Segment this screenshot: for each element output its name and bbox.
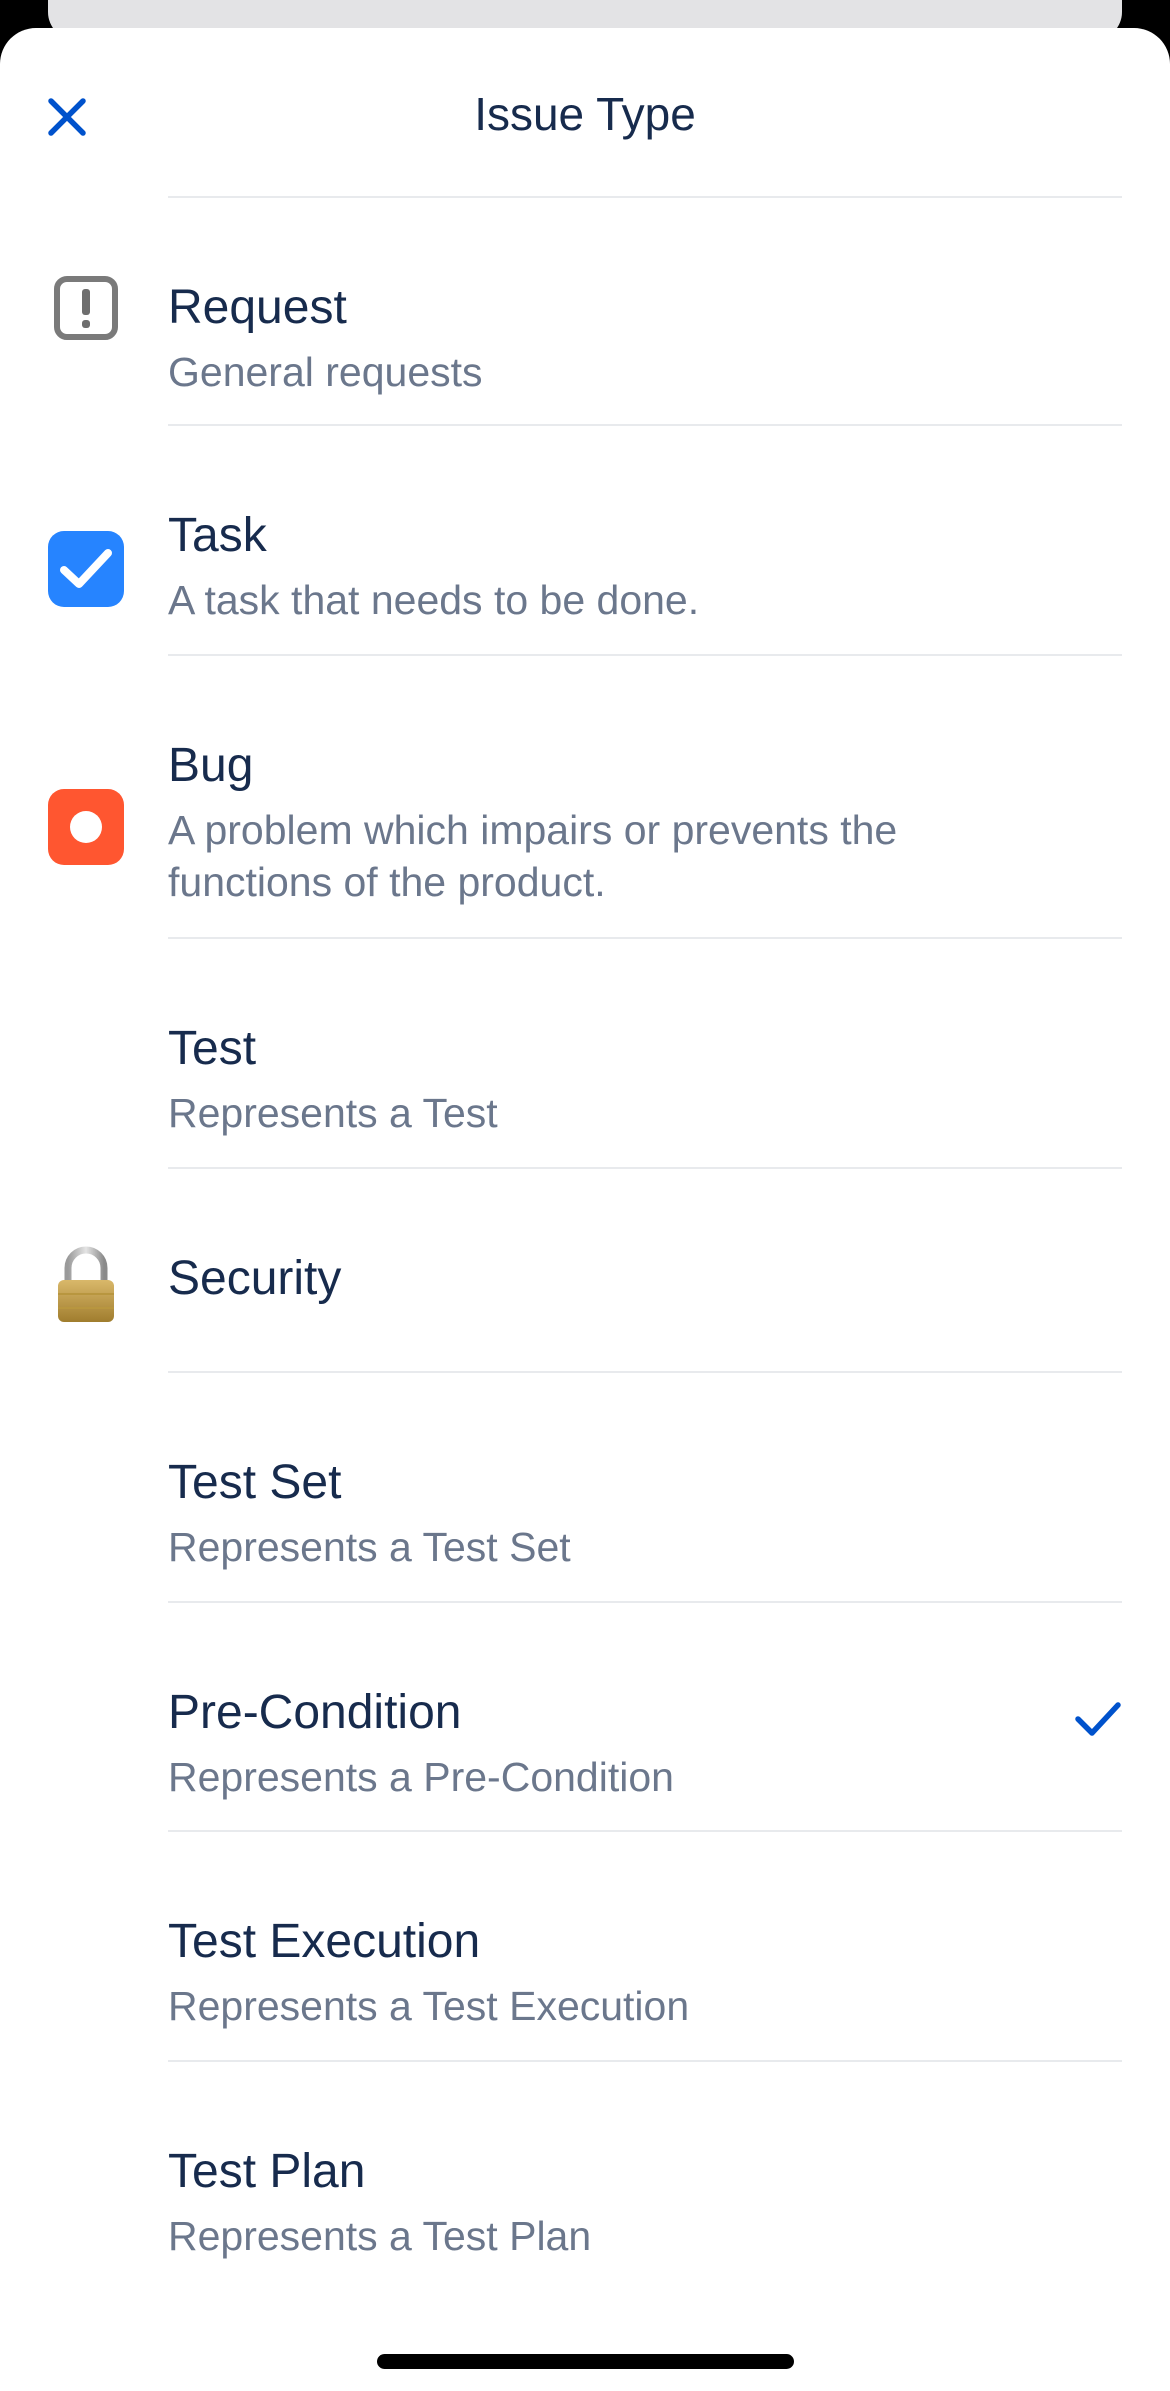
issue-type-description: Represents a Test Set [168, 1524, 571, 1570]
issue-type-description: A problem which impairs or prevents the … [168, 807, 898, 905]
page-title: Issue Type [474, 88, 696, 140]
bug-icon [48, 789, 124, 865]
issue-type-name: Bug [168, 739, 254, 792]
issue-type-row-pre-condition[interactable]: Pre-Condition Represents a Pre-Condition [0, 1603, 1170, 1832]
issue-type-name: Test Execution [168, 1915, 481, 1968]
issue-type-row-bug[interactable]: Bug A problem which impairs or prevents … [0, 656, 1170, 939]
issue-type-row-test-set[interactable]: Test Set Represents a Test Set [0, 1373, 1170, 1603]
selected-checkmark-icon [1075, 1702, 1121, 1736]
home-indicator[interactable] [377, 2354, 794, 2369]
issue-type-description: Represents a Pre-Condition [168, 1754, 674, 1800]
issue-type-description: General requests [168, 349, 483, 395]
issue-type-name: Test Set [168, 1456, 342, 1509]
issue-type-name: Test [168, 1022, 257, 1075]
task-checkbox-icon [48, 531, 124, 607]
issue-type-row-test[interactable]: Test Represents a Test [0, 939, 1170, 1169]
issue-type-row-test-plan[interactable]: Test Plan Represents a Test Plan [0, 2062, 1170, 2292]
issue-type-description: A task that needs to be done. [168, 577, 700, 623]
issue-type-name: Request [168, 281, 347, 334]
issue-type-description: Represents a Test Plan [168, 2213, 592, 2259]
request-icon [48, 270, 124, 346]
issue-type-row-task[interactable]: Task A task that needs to be done. [0, 426, 1170, 656]
padlock-icon [48, 1246, 124, 1323]
issue-type-name: Pre-Condition [168, 1686, 462, 1739]
issue-type-row-request[interactable]: Request General requests [0, 198, 1170, 426]
issue-type-name: Task [168, 509, 267, 562]
issue-type-name: Security [168, 1252, 342, 1305]
issue-type-name: Test Plan [168, 2145, 366, 2198]
issue-type-row-test-execution[interactable]: Test Execution Represents a Test Executi… [0, 1832, 1170, 2062]
issue-type-description: Represents a Test [168, 1090, 498, 1136]
sheet-header: Issue Type [0, 28, 1170, 198]
issue-type-description: Represents a Test Execution [168, 1983, 690, 2029]
issue-type-row-security[interactable]: Security [0, 1169, 1170, 1373]
